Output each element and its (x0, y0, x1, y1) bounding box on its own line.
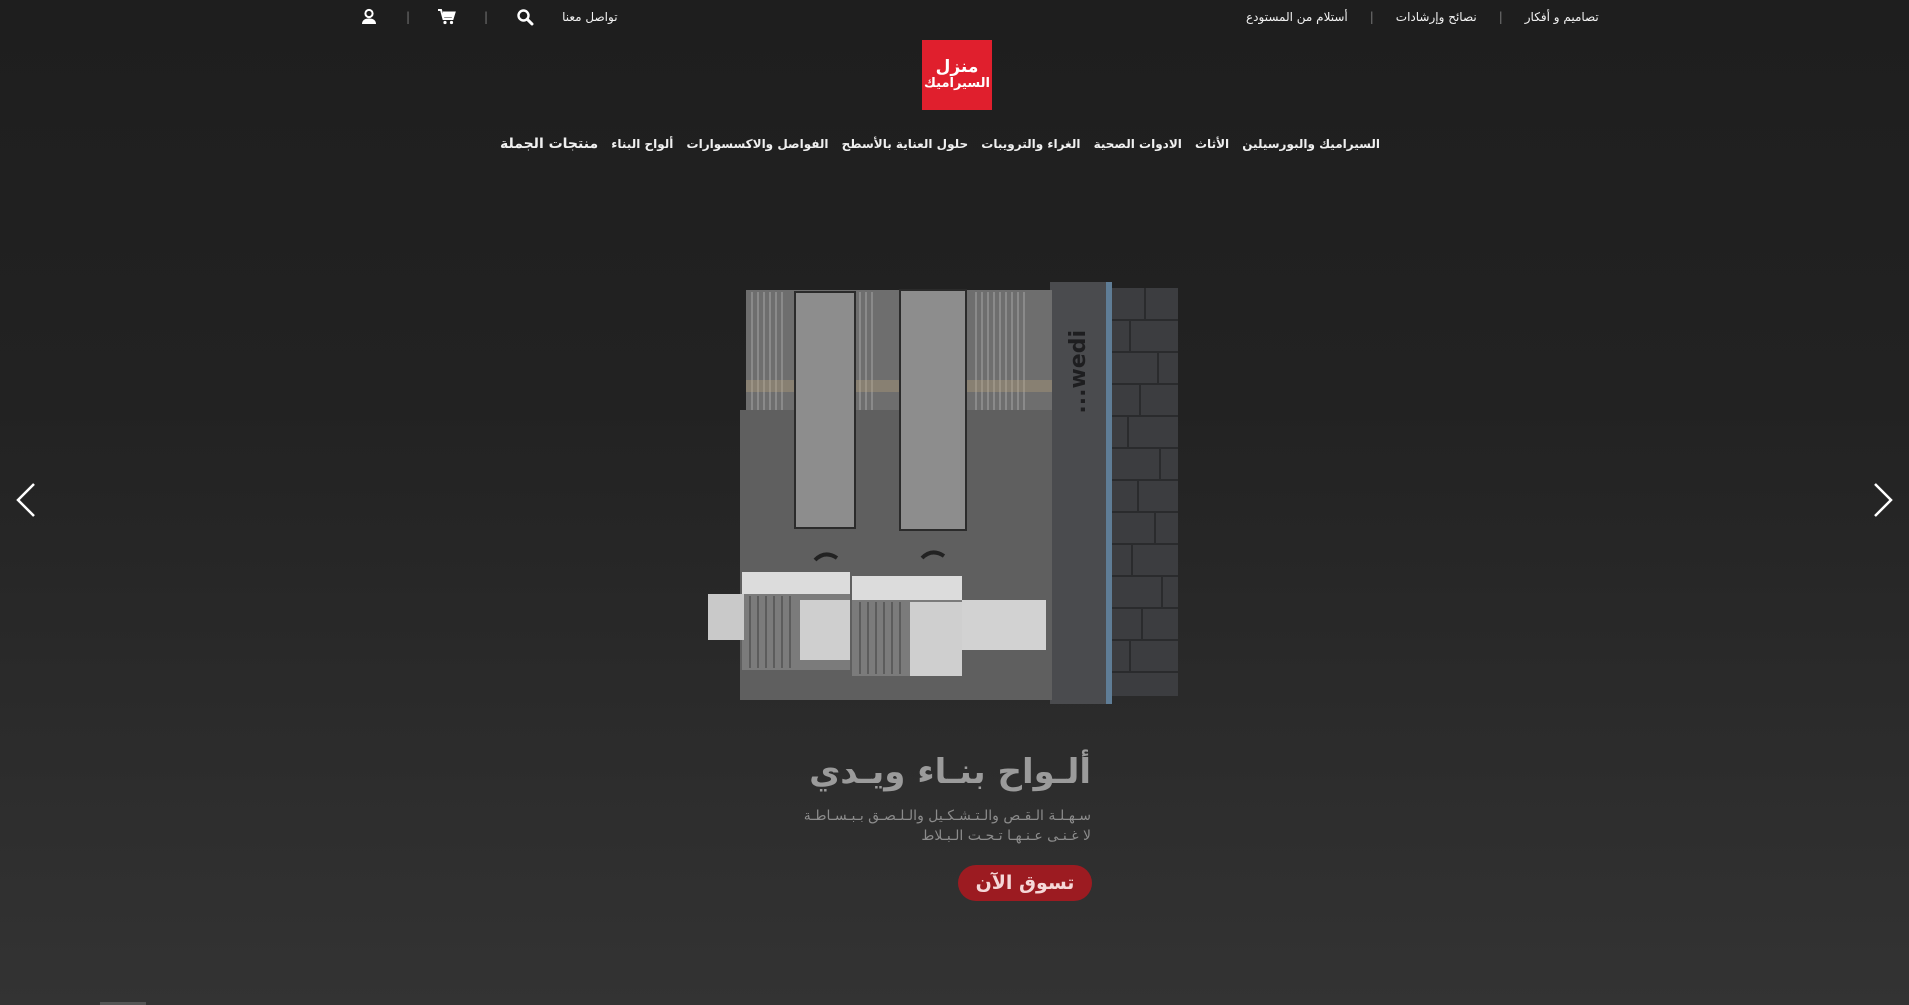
divider: | (406, 10, 411, 24)
topbar-utilities: | | تواصل معنا (358, 0, 618, 34)
search-icon[interactable] (514, 6, 536, 28)
logo-line-1: منزل (935, 56, 979, 77)
hero-product-image: ...wedi (708, 282, 1178, 704)
site-logo[interactable]: منزل السيراميك (922, 40, 992, 110)
chevron-right-icon (1874, 483, 1893, 517)
nav-item-furniture[interactable]: الأثاث (1195, 137, 1229, 151)
nav-item-sanitary-ware[interactable]: الادوات الصحية (1094, 137, 1182, 151)
chevron-left-icon (16, 483, 35, 517)
hero-subtitle-line-2: لا غـنـى عـنـهـا تـحـت الـبـلاط (921, 828, 1091, 844)
divider: | (484, 10, 489, 24)
topbar-link-tips[interactable]: نصائح وإرشادات (1374, 10, 1499, 24)
nav-item-surface-care[interactable]: حلول العناية بالأسطح (842, 137, 969, 151)
main-navigation: السيراميك والبورسيلين الأثاث الادوات الص… (500, 132, 1380, 156)
topbar-link-designs[interactable]: تصاميم و أفكار (1503, 10, 1621, 24)
user-icon[interactable] (358, 6, 380, 28)
topbar-links: أستلام من المستودع | نصائح وإرشادات | تص… (1224, 0, 1621, 34)
nav-item-ceramic-porcelain[interactable]: السيراميك والبورسيلين (1242, 137, 1380, 151)
topbar-link-warehouse-pickup[interactable]: أستلام من المستودع (1224, 10, 1370, 24)
nav-item-profiles-accessories[interactable]: الفواصل والاكسسوارات (687, 137, 829, 151)
hero-subtitle-line-1: سـهـلـة الـقـص والـتـشـكـيل والـلـصـق بـ… (803, 808, 1091, 824)
logo-line-2: السيراميك (924, 76, 990, 92)
nav-item-wholesale[interactable]: منتجات الجملة (500, 136, 598, 152)
hero-title: ألـواح بنـاء ويـدي (809, 752, 1091, 792)
slider-next-button[interactable] (1869, 481, 1897, 519)
wedi-brand-mark: ...wedi (1066, 330, 1091, 414)
contact-link[interactable]: تواصل معنا (562, 10, 617, 24)
cart-icon[interactable] (436, 6, 458, 28)
nav-item-building-boards[interactable]: ألواح البناء (611, 137, 673, 151)
hero-subtitle: سـهـلـة الـقـص والـتـشـكـيل والـلـصـق بـ… (804, 806, 1091, 846)
nav-item-adhesives-grouts[interactable]: الغراء والترويبات (981, 137, 1080, 151)
shop-now-button[interactable]: تسوق الآن (958, 865, 1092, 901)
slider-prev-button[interactable] (12, 481, 40, 519)
